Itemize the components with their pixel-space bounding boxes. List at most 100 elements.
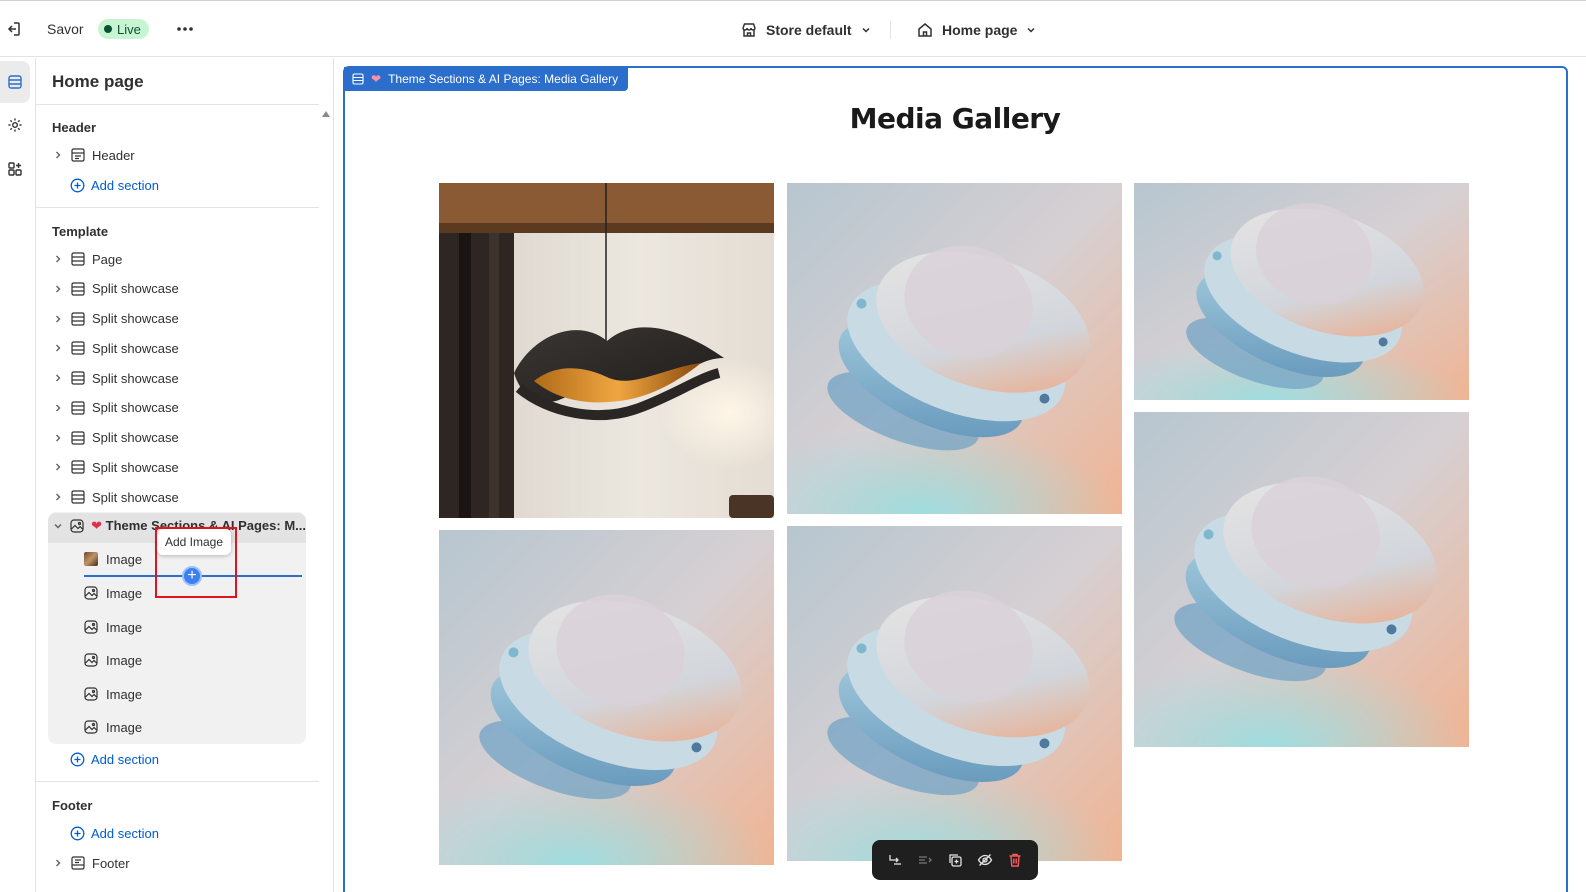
gallery-image-placeholder[interactable] [787,183,1122,514]
heart-icon: ❤ [371,72,382,86]
chevron-right-icon[interactable] [52,342,64,354]
add-section-label: Add section [91,751,159,767]
block-row-label: Image [106,652,143,668]
add-section-button[interactable]: Add section [70,175,159,195]
section-icon [70,430,86,446]
delete-button[interactable] [1003,848,1027,872]
chevron-down-icon [862,27,870,33]
add-section-label: Add section [91,825,159,841]
plus-circle-icon [70,826,85,840]
section-row-template[interactable]: Split showcase [52,484,306,510]
section-row-label: Split showcase [92,430,179,445]
chevron-right-icon[interactable] [52,149,64,161]
more-actions-button[interactable] [175,19,195,39]
block-row-image[interactable]: Image [84,715,142,739]
chevron-right-icon[interactable] [52,253,64,265]
chevron-right-icon[interactable] [52,857,64,869]
section-row-template[interactable]: Split showcase [52,276,306,302]
block-row-image[interactable]: Image [84,547,142,571]
top-divider [890,21,891,39]
chevron-right-icon[interactable] [52,313,64,325]
chevron-right-icon[interactable] [52,432,64,444]
section-row-footer[interactable]: Footer [52,850,306,876]
footer-section-icon [70,855,86,871]
section-row-label: Page [92,251,123,267]
image-icon [84,653,98,667]
preview-canvas: ❤ Theme Sections & AI Pages: Media Galle… [335,58,1586,892]
duplicate-button[interactable] [943,848,967,872]
plus-circle-icon [70,178,85,192]
chevron-right-icon[interactable] [52,283,64,295]
block-row-image[interactable]: Image [84,581,142,605]
section-row-label: Split showcase [92,489,179,505]
section-row-template[interactable]: Split showcase [52,395,306,421]
rail-sections-button[interactable] [0,61,30,103]
hide-button[interactable] [973,848,997,872]
scroll-up-icon[interactable] [320,108,332,120]
section-icon [70,489,86,505]
block-row-image[interactable]: Image [84,648,142,672]
chevron-right-icon[interactable] [52,461,64,473]
rail-settings-button[interactable] [0,104,30,146]
move-down-button[interactable] [913,848,937,872]
exit-button[interactable] [3,19,23,39]
section-row-label: Header [92,147,135,163]
divider [36,207,319,208]
section-row-template[interactable]: Split showcase [52,306,306,332]
top-bar: Savor Live Store default Home page [0,0,1586,57]
block-toolbar [872,840,1038,880]
image-icon [84,620,98,634]
gallery-image-placeholder[interactable] [787,526,1122,861]
apps-icon [8,162,22,176]
group-title-header: Header [52,120,97,135]
section-row-label: Footer [92,855,130,871]
eye-off-icon [977,854,993,866]
image-thumbnail [84,552,98,566]
trash-icon [1009,853,1021,867]
live-dot-icon [104,25,112,33]
chevron-right-icon[interactable] [52,372,64,384]
add-section-button[interactable]: Add section [70,749,159,769]
section-row-template[interactable]: Split showcase [52,454,306,480]
section-icon [70,370,86,386]
header-section-icon [70,147,86,163]
block-row-image[interactable]: Image [84,682,142,706]
block-row-image[interactable]: Image [84,615,142,639]
page-selector-label: Home page [942,22,1018,38]
outdent-icon [919,856,932,864]
store-selector[interactable]: Store default [740,19,872,41]
section-row-label: Split showcase [92,400,179,416]
section-row-template[interactable]: Split showcase [52,425,306,451]
section-row-template[interactable]: Split showcase [52,365,306,391]
section-row-header[interactable]: Header [52,142,306,168]
section-icon [70,281,86,297]
section-row-label: Split showcase [92,340,179,356]
status-badge: Live [98,19,149,39]
gallery-image-placeholder[interactable] [1134,183,1469,400]
status-badge-label: Live [117,21,141,37]
section-tag-label: Theme Sections & AI Pages: Media Gallery [388,72,619,86]
chevron-right-icon[interactable] [52,402,64,414]
block-row-label: Image [106,585,143,601]
block-row-label: Image [106,686,143,702]
block-row-label: Image [106,719,143,735]
divider [36,781,319,782]
gallery-image-placeholder[interactable] [1134,412,1469,747]
section-row-template[interactable]: Split showcase [52,335,306,361]
section-row-template[interactable]: Page [52,246,306,272]
gear-icon [8,118,22,132]
more-horizontal-icon [177,27,193,31]
rail-apps-button[interactable] [0,148,30,190]
chevron-right-icon[interactable] [52,491,64,503]
gallery-image-lamp[interactable] [439,183,774,518]
section-icon [70,400,86,416]
page-selector[interactable]: Home page [916,19,1037,41]
gallery-image-placeholder[interactable] [439,530,774,865]
chevron-down-icon[interactable] [52,520,64,532]
block-row-label: Image [106,619,143,635]
move-up-button[interactable] [883,848,907,872]
image-icon [84,687,98,701]
add-section-button[interactable]: Add section [70,823,159,843]
section-tag[interactable]: ❤ Theme Sections & AI Pages: Media Galle… [344,67,629,91]
store-selector-label: Store default [766,22,852,38]
